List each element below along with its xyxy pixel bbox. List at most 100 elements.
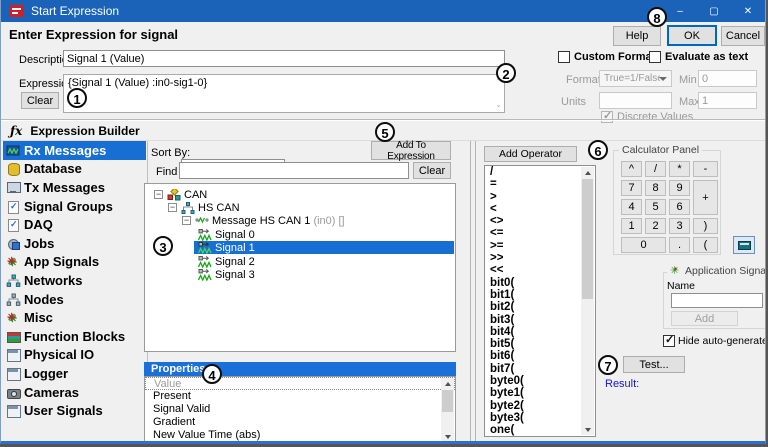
name-input[interactable] xyxy=(671,293,763,308)
calc-key-0[interactable]: 0 xyxy=(621,237,666,253)
scroll-up-icon[interactable] xyxy=(581,167,594,178)
add-to-expression-button[interactable]: Add To Expression xyxy=(371,141,451,160)
sidebar-item-rx-messages[interactable]: Rx Messages xyxy=(3,141,146,160)
splitter-handle[interactable] xyxy=(470,141,476,444)
calc-key-power[interactable]: ^ xyxy=(621,161,642,177)
scroll-up-icon[interactable] xyxy=(441,378,454,389)
calc-key-9[interactable]: 9 xyxy=(669,180,690,196)
operator-item[interactable]: << xyxy=(485,264,595,276)
sidebar-item-signal-groups[interactable]: Signal Groups xyxy=(3,197,146,216)
operator-list[interactable]: / = > < <> <= >= >> << bit0( bit1( bit2(… xyxy=(484,165,596,437)
operator-item[interactable]: < xyxy=(485,203,595,215)
operator-item[interactable]: >= xyxy=(485,240,595,252)
operator-item[interactable]: bit2( xyxy=(485,301,595,313)
operator-item[interactable]: bit5( xyxy=(485,338,595,350)
tree-node-signal-2[interactable]: Signal 2 xyxy=(145,255,255,268)
help-button[interactable]: Help xyxy=(613,26,661,46)
evaluate-as-text-checkbox-box[interactable] xyxy=(649,51,661,63)
tree-node-message[interactable]: − Message HS CAN 1 (in0) [] xyxy=(145,214,345,227)
calc-key-6[interactable]: 6 xyxy=(669,199,690,215)
add-operator-button[interactable]: Add Operator xyxy=(484,146,577,162)
calc-key-2[interactable]: 2 xyxy=(645,218,666,234)
sidebar-item-function-blocks[interactable]: Function Blocks xyxy=(3,327,146,346)
tree-node-signal-1[interactable]: Signal 1 xyxy=(145,241,455,254)
operator-item[interactable]: byte1( xyxy=(485,387,595,399)
calc-key-5[interactable]: 5 xyxy=(645,199,666,215)
calc-key-divide[interactable]: / xyxy=(645,161,666,177)
scroll-down-icon[interactable]: ⌄ xyxy=(495,101,502,109)
calc-key-multiply[interactable]: * xyxy=(669,161,690,177)
operator-item[interactable]: bit3( xyxy=(485,314,595,326)
clear-expression-button[interactable]: Clear xyxy=(21,92,59,109)
signal-tree[interactable]: − CAN − HS CAN − Message HS CAN 1 (in0) … xyxy=(144,183,456,352)
operator-item[interactable]: byte2( xyxy=(485,400,595,412)
calculator-toggle-button[interactable] xyxy=(733,236,755,254)
sidebar-item-misc[interactable]: Misc xyxy=(3,308,146,327)
expression-input[interactable]: {Signal 1 (Value) :in0-sig1-0} ⌃ ⌄ xyxy=(63,74,505,113)
sidebar-item-app-signals[interactable]: App Signals xyxy=(3,253,146,272)
calc-key-1[interactable]: 1 xyxy=(621,218,642,234)
property-item-gradient[interactable]: Gradient xyxy=(145,416,455,429)
operator-item[interactable]: bit1( xyxy=(485,289,595,301)
evaluate-as-text-checkbox[interactable]: Evaluate as text xyxy=(649,51,748,63)
find-input[interactable] xyxy=(179,162,409,179)
operator-item[interactable]: <> xyxy=(485,215,595,227)
cancel-button[interactable]: Cancel xyxy=(721,26,765,46)
calc-key-7[interactable]: 7 xyxy=(621,180,642,196)
sidebar-item-networks[interactable]: Networks xyxy=(3,271,146,290)
hide-auto-generated-checkbox-box[interactable]: ✓ xyxy=(663,335,675,347)
calc-key-8[interactable]: 8 xyxy=(645,180,666,196)
sidebar-item-jobs[interactable]: Jobs xyxy=(3,234,146,253)
hide-auto-generated-checkbox[interactable]: ✓ Hide auto-generated items xyxy=(663,335,766,347)
collapse-icon[interactable]: − xyxy=(182,216,191,225)
test-button[interactable]: Test... xyxy=(623,356,685,373)
operator-item[interactable]: > xyxy=(485,191,595,203)
operator-item[interactable]: >> xyxy=(485,252,595,264)
operator-item[interactable]: bit6( xyxy=(485,350,595,362)
minimize-icon[interactable]: – xyxy=(663,0,697,22)
tree-node-hs-can[interactable]: − HS CAN xyxy=(145,201,240,214)
sidebar-item-database[interactable]: Database xyxy=(3,160,146,179)
operator-item[interactable]: bit4( xyxy=(485,326,595,338)
scroll-down-icon[interactable] xyxy=(581,424,594,435)
sidebar-item-physical-io[interactable]: Physical IO xyxy=(3,346,146,365)
property-item-new-value-time[interactable]: New Value Time (abs) xyxy=(145,429,455,442)
property-item-value[interactable]: Value xyxy=(145,377,455,390)
property-item-signal-valid[interactable]: Signal Valid xyxy=(145,403,455,416)
ok-button[interactable]: OK xyxy=(667,25,717,46)
operator-item[interactable]: bit7( xyxy=(485,363,595,375)
operator-item[interactable]: / xyxy=(485,166,595,178)
collapse-icon[interactable]: − xyxy=(168,203,177,212)
operator-item[interactable]: = xyxy=(485,178,595,190)
sidebar-item-user-signals[interactable]: User Signals xyxy=(3,401,146,420)
calc-key-minus[interactable]: - xyxy=(693,161,718,177)
property-item-present[interactable]: Present xyxy=(145,390,455,403)
calc-key-plus[interactable]: + xyxy=(693,180,718,215)
scroll-down-icon[interactable] xyxy=(441,431,454,442)
sidebar-item-nodes[interactable]: Nodes xyxy=(3,290,146,309)
tree-node-can[interactable]: − CAN xyxy=(145,188,207,201)
maximize-icon[interactable]: ▢ xyxy=(697,0,731,22)
operator-scrollbar[interactable] xyxy=(581,167,594,435)
operator-item[interactable]: byte3( xyxy=(485,412,595,424)
calc-key-lparen[interactable]: ( xyxy=(693,237,718,253)
close-icon[interactable]: ✕ xyxy=(731,0,765,22)
collapse-icon[interactable]: − xyxy=(154,190,163,199)
description-input[interactable] xyxy=(63,50,505,67)
scrollbar-thumb[interactable] xyxy=(442,390,453,412)
custom-format-checkbox-box[interactable] xyxy=(558,51,570,63)
calc-key-dot[interactable]: . xyxy=(669,237,690,253)
calc-key-3[interactable]: 3 xyxy=(669,218,690,234)
calc-key-rparen[interactable]: ) xyxy=(693,218,718,234)
scrollbar-thumb[interactable] xyxy=(582,179,593,299)
sidebar-item-daq[interactable]: DAQ xyxy=(3,215,146,234)
tree-node-signal-3[interactable]: Signal 3 xyxy=(145,268,255,281)
properties-list[interactable]: Value Present Signal Valid Gradient New … xyxy=(144,376,456,444)
clear-find-button[interactable]: Clear xyxy=(413,162,451,179)
operator-item[interactable]: bit0( xyxy=(485,277,595,289)
custom-format-checkbox[interactable]: Custom Format xyxy=(558,51,655,63)
operator-item[interactable]: byte0( xyxy=(485,375,595,387)
sidebar-item-cameras[interactable]: Cameras xyxy=(3,383,146,402)
sidebar-item-tx-messages[interactable]: Tx Messages xyxy=(3,178,146,197)
sidebar-item-logger[interactable]: Logger xyxy=(3,364,146,383)
